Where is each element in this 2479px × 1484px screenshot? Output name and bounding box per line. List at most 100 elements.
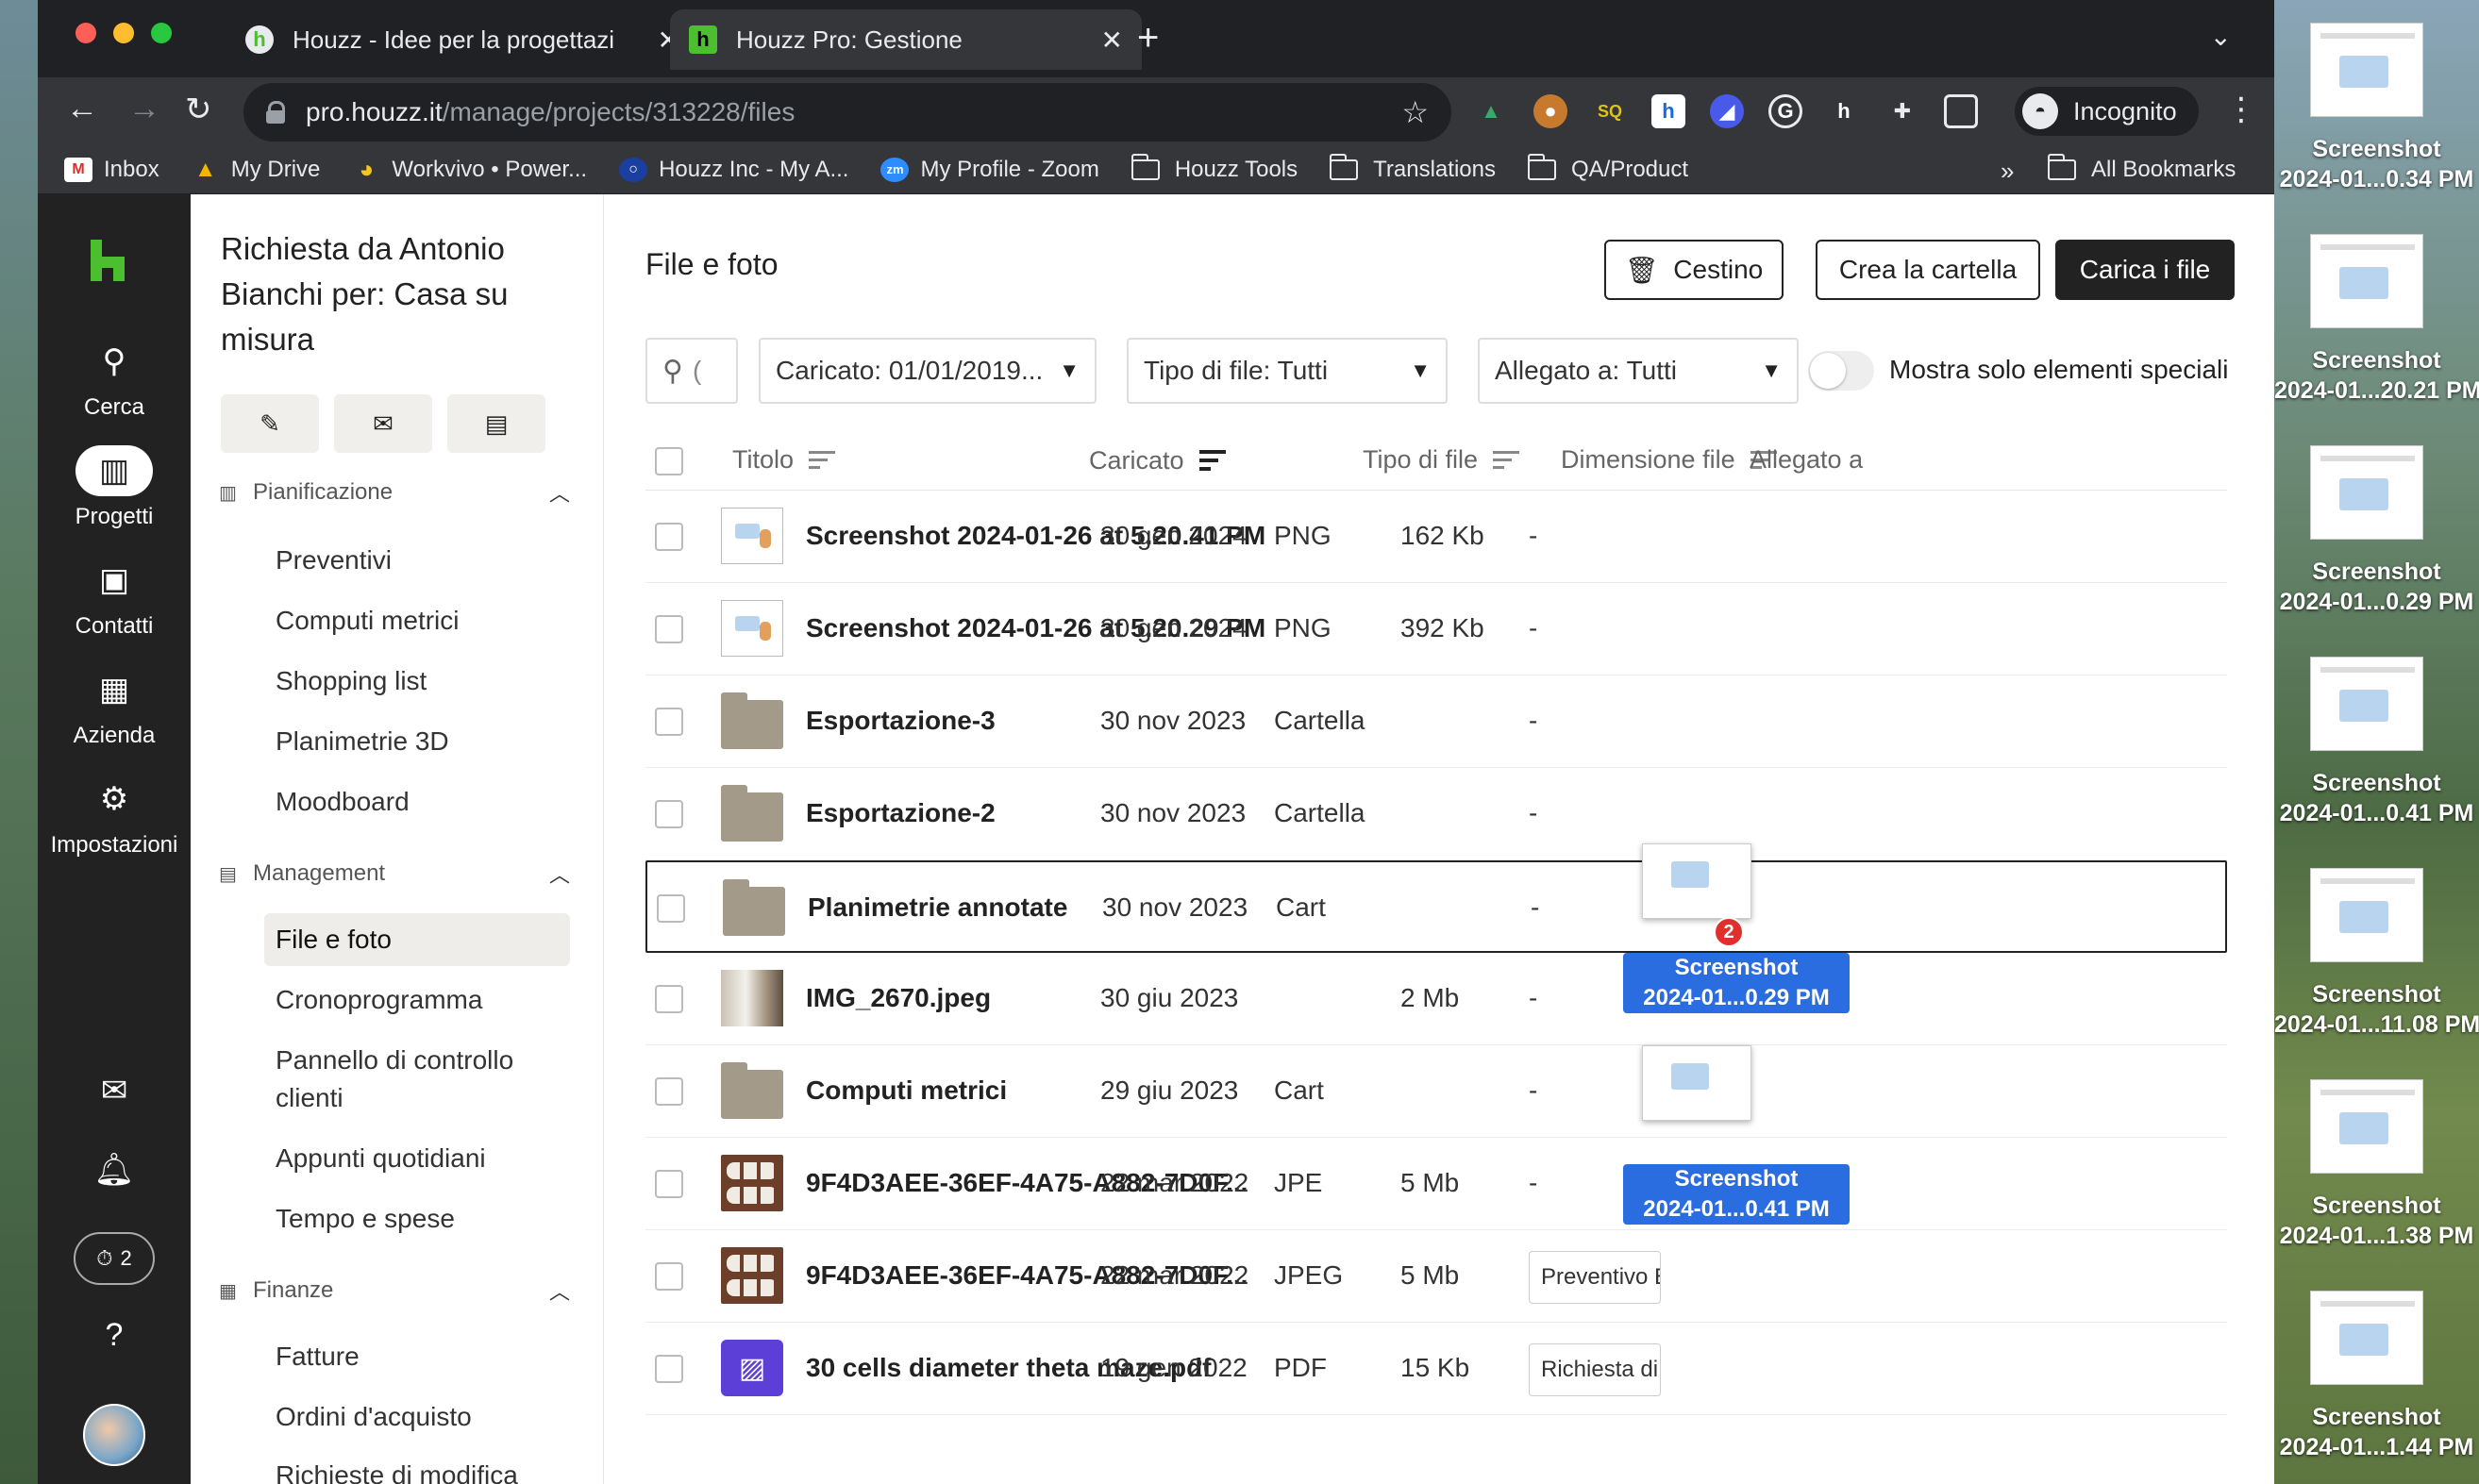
file-title[interactable]: IMG_2670.jpeg — [806, 983, 991, 1013]
table-row[interactable]: Screenshot 2024-01-26 at 5.20.41 PM 30 ge… — [645, 491, 2227, 583]
notifications-bell-icon[interactable]: 🔔︎ — [38, 1151, 191, 1189]
row-checkbox[interactable] — [655, 1170, 683, 1198]
bookmark-star-icon[interactable]: ☆ — [1401, 94, 1429, 130]
browser-menu-icon[interactable]: ⋮ — [2225, 91, 2257, 128]
timer-button[interactable]: ⏱︎ 2 — [74, 1232, 155, 1285]
zoom-window-button[interactable] — [151, 23, 172, 43]
trash-button[interactable]: 🗑︎ Cestino — [1604, 240, 1784, 300]
column-attached[interactable]: Allegato a — [1750, 445, 1863, 475]
row-checkbox[interactable] — [655, 708, 683, 736]
tab-houzz-ideas[interactable]: h Houzz - Idee per la progettazi ✕ — [226, 9, 698, 70]
column-title[interactable]: Titolo — [732, 445, 836, 475]
nav-computi-metrici[interactable]: Computi metrici — [264, 594, 570, 647]
upload-files-button[interactable]: Carica i file — [2055, 240, 2235, 300]
minimize-window-button[interactable] — [113, 23, 134, 43]
nav-cronoprogramma[interactable]: Cronoprogramma — [264, 974, 570, 1026]
rail-item-azienda[interactable]: ▦ Azienda — [38, 664, 191, 749]
row-checkbox[interactable] — [655, 800, 683, 828]
avatar[interactable] — [83, 1404, 145, 1466]
column-size[interactable]: Dimensione file — [1561, 445, 1777, 475]
section-pianificazione[interactable]: ▥ Pianificazione ︿ — [219, 477, 570, 508]
nav-preventivi[interactable]: Preventivi — [264, 534, 570, 587]
extension-houzz-icon[interactable]: h — [1651, 94, 1685, 128]
nav-fatture[interactable]: Fatture — [264, 1330, 570, 1383]
nav-appunti-quotidiani[interactable]: Appunti quotidiani — [264, 1132, 570, 1185]
desktop-file-thumbnail[interactable] — [2310, 445, 2423, 540]
chevron-up-icon[interactable]: ︿ — [549, 1276, 570, 1306]
create-folder-button[interactable]: Crea la cartella — [1816, 240, 2040, 300]
file-title[interactable]: Esportazione-2 — [806, 798, 996, 828]
extension-houzz-dark-icon[interactable]: h — [1827, 94, 1861, 128]
section-management[interactable]: ▤ Management ︿ — [219, 859, 570, 889]
close-window-button[interactable] — [75, 23, 96, 43]
table-row[interactable]: Esportazione-3 30 nov 2023 Cartella - — [645, 675, 2227, 768]
select-all-checkbox[interactable] — [655, 447, 683, 475]
bookmark-translations[interactable]: Translations — [1330, 153, 1496, 183]
desktop-file-thumbnail[interactable] — [2310, 657, 2423, 751]
row-checkbox[interactable] — [655, 523, 683, 551]
edit-pencil-icon[interactable]: ✎ — [221, 394, 319, 453]
extensions-puzzle-icon[interactable]: ✚ — [1885, 94, 1919, 128]
attached-to-tag[interactable]: Preventivo ES-100 — [1529, 1251, 1661, 1304]
extension-seo-icon[interactable]: SQ — [1593, 94, 1627, 128]
chevron-up-icon[interactable]: ︿ — [549, 477, 570, 508]
table-row[interactable]: ▨ 30 cells diameter theta maze.pdf 19 gen … — [645, 1323, 2227, 1415]
desktop-file-thumbnail[interactable] — [2310, 868, 2423, 962]
table-row[interactable]: IMG_2670.jpeg 30 giu 2023 2 Mb - — [645, 953, 2227, 1045]
new-tab-button[interactable]: + — [1137, 17, 1159, 59]
file-type-filter[interactable]: Tipo di file: Tutti ▼ — [1127, 338, 1448, 404]
rail-item-contatti[interactable]: ▣ Contatti — [38, 555, 191, 640]
nav-shopping-list[interactable]: Shopping list — [264, 655, 570, 708]
tab-houzz-pro[interactable]: h Houzz Pro: Gestione ✕ — [670, 9, 1142, 70]
incognito-profile-button[interactable]: ◓ Incognito — [2015, 87, 2199, 136]
back-arrow-icon[interactable]: ← — [66, 91, 98, 127]
desktop-file-thumbnail[interactable] — [2310, 234, 2423, 328]
bookmark-qa-product[interactable]: QA/Product — [1527, 153, 1688, 183]
table-row[interactable]: 9F4D3AEE-36EF-4A75-A882-7D0F... 22 mar 20… — [645, 1138, 2227, 1230]
row-checkbox[interactable] — [657, 894, 685, 923]
note-icon[interactable]: ▤ — [447, 394, 545, 453]
bookmark-zoom[interactable]: zm My Profile - Zoom — [880, 157, 1099, 183]
row-checkbox[interactable] — [655, 1077, 683, 1106]
file-title[interactable]: Esportazione-3 — [806, 706, 996, 736]
extension-chart-icon[interactable]: ▲ — [1474, 94, 1508, 128]
bookmark-houzz-tools[interactable]: Houzz Tools — [1131, 153, 1298, 183]
table-row[interactable]: Screenshot 2024-01-26 at 5.20.29 PM 30 ge… — [645, 583, 2227, 675]
nav-pannello-clienti[interactable]: Pannello di controllo clienti — [264, 1034, 547, 1125]
bookmark-my-drive[interactable]: ▲ My Drive — [192, 157, 321, 183]
houzz-logo[interactable] — [91, 240, 125, 281]
row-checkbox[interactable] — [655, 1262, 683, 1291]
nav-tempo-e-spese[interactable]: Tempo e spese — [264, 1192, 570, 1245]
attached-to-tag[interactable]: Richiesta di modifi — [1529, 1343, 1661, 1396]
table-row[interactable]: Esportazione-2 30 nov 2023 Cartella - — [645, 768, 2227, 860]
messages-icon[interactable]: ✉ — [38, 1072, 191, 1109]
desktop-file-thumbnail[interactable] — [2310, 23, 2423, 117]
row-checkbox[interactable] — [655, 1355, 683, 1383]
section-finanze[interactable]: ▦ Finanze ︿ — [219, 1276, 570, 1306]
file-title[interactable]: Planimetrie annotate — [808, 892, 1067, 923]
help-icon[interactable]: ? — [38, 1317, 191, 1354]
extension-arc-icon[interactable]: ◢ — [1710, 94, 1744, 128]
forward-arrow-icon[interactable]: → — [128, 91, 160, 127]
uploaded-date-filter[interactable]: Caricato: 01/01/2019... ▼ — [759, 338, 1097, 404]
rail-item-cerca[interactable]: ⚲ Cerca — [38, 336, 191, 421]
row-checkbox[interactable] — [655, 615, 683, 643]
desktop-file-thumbnail[interactable] — [2310, 1079, 2423, 1174]
extension-grammar-icon[interactable]: G — [1768, 94, 1802, 128]
reload-icon[interactable]: ↻ — [185, 91, 212, 128]
desktop-file-thumbnail[interactable] — [2310, 1291, 2423, 1385]
column-uploaded[interactable]: Caricato — [1089, 445, 1226, 475]
bookmark-inbox[interactable]: M Inbox — [64, 157, 159, 183]
chevron-up-icon[interactable]: ︿ — [549, 859, 570, 889]
search-input[interactable]: ⚲ ( — [645, 338, 738, 404]
rail-item-impostazioni[interactable]: ⚙ Impostazioni — [38, 774, 191, 859]
column-type[interactable]: Tipo di file — [1363, 445, 1520, 475]
table-row[interactable]: Computi metrici 29 giu 2023 Cart - — [645, 1045, 2227, 1138]
side-panel-icon[interactable] — [1944, 94, 1978, 128]
nav-richieste-modifica[interactable]: Richieste di modifica — [264, 1449, 570, 1484]
mail-icon[interactable]: ✉ — [334, 394, 432, 453]
all-bookmarks-button[interactable]: All Bookmarks — [2048, 154, 2236, 183]
table-row[interactable]: 9F4D3AEE-36EF-4A75-A882-7D0F... 22 mar 20… — [645, 1230, 2227, 1323]
tab-search-chevron-icon[interactable]: ⌄ — [2210, 21, 2232, 52]
address-bar[interactable]: pro.houzz.it/manage/projects/313228/file… — [243, 83, 1451, 142]
